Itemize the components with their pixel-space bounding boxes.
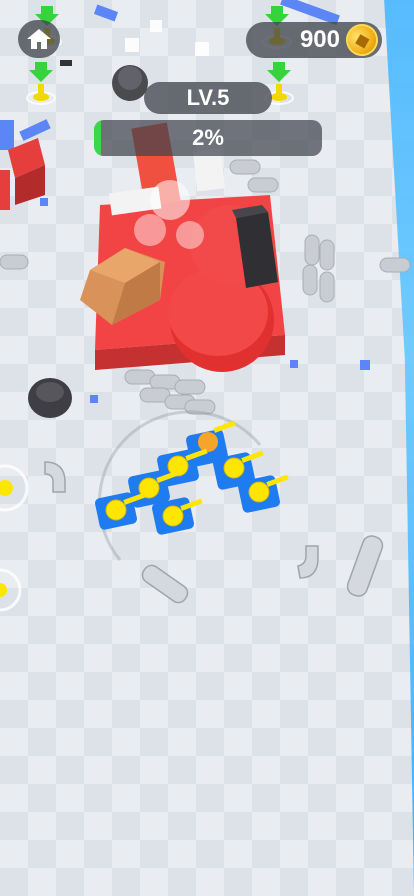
- upgrade-marker-left[interactable]: [24, 60, 58, 106]
- coin-counter: 900 ◆: [246, 20, 382, 60]
- coin-amount: 900: [299, 26, 340, 53]
- pipes: [44, 461, 384, 604]
- progress-text: 2%: [192, 125, 224, 150]
- level-indicator: LV.5: [144, 82, 272, 114]
- home-icon: [27, 29, 51, 49]
- home-button[interactable]: [18, 20, 60, 58]
- progress-bar: 2%: [94, 120, 322, 156]
- tank-squad: [95, 410, 289, 561]
